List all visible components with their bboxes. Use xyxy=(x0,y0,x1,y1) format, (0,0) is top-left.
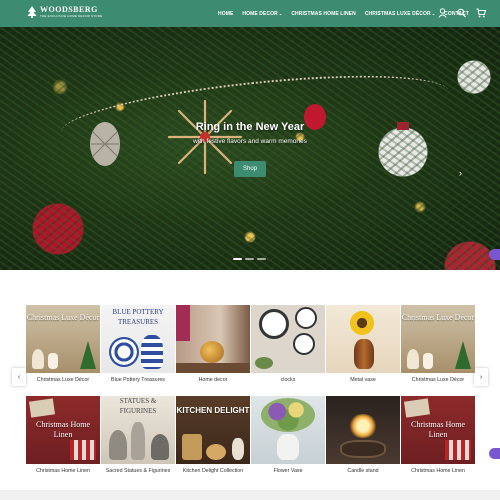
image-overlay-text: Christmas Luxe Décor xyxy=(26,313,100,322)
header-icons xyxy=(438,8,486,18)
category-card[interactable]: Christmas Luxe Décor Christmas Luxe Déco… xyxy=(26,305,100,383)
chat-widget-icon[interactable] xyxy=(489,448,500,459)
category-card[interactable]: clocks xyxy=(251,305,325,383)
category-card[interactable]: Home decor xyxy=(176,305,250,383)
site-header: WOODSBERG THE EXCLUSIVE HOME DECOR STORE… xyxy=(0,0,500,27)
category-label: Home decor xyxy=(198,377,228,383)
chevron-down-icon: ⌄ xyxy=(278,10,283,16)
image-overlay-text: Christmas Home Linen xyxy=(411,420,465,439)
user-icon[interactable] xyxy=(438,8,447,18)
slide-dot[interactable] xyxy=(245,258,254,260)
slide-dot[interactable] xyxy=(257,258,266,260)
image-overlay-text: BLUE POTTERY TREASURES xyxy=(112,308,164,326)
category-image: KITCHEN DELIGHT xyxy=(176,396,250,464)
category-label: Christmas Home Linen xyxy=(411,468,465,474)
image-overlay-text: Christmas Home Linen xyxy=(36,420,90,439)
category-label: Flower Vase xyxy=(273,468,303,474)
category-card[interactable]: Christmas Home Linen Christmas Home Line… xyxy=(26,396,100,474)
category-image: BLUE POTTERY TREASURES xyxy=(101,305,175,373)
nav-home-label: HOME xyxy=(218,10,234,17)
carousel-prev-arrow[interactable]: ‹ xyxy=(12,368,26,386)
image-overlay-text: Christmas Luxe Décor xyxy=(401,313,475,322)
category-card[interactable]: Christmas Luxe Décor Christmas Luxe Déco… xyxy=(401,305,475,383)
category-card[interactable]: KITCHEN DELIGHT Kitchen Delight Collecti… xyxy=(176,396,250,474)
carousel-next-arrow[interactable]: › xyxy=(474,368,488,386)
category-image: Christmas Luxe Décor xyxy=(26,305,100,373)
category-image: Christmas Luxe Décor xyxy=(401,305,475,373)
category-image: STATUES & FIGURINES xyxy=(101,396,175,464)
nav-home-decor-label: HOME DECOR xyxy=(242,10,278,17)
category-card[interactable]: Christmas Home Linen Christmas Home Line… xyxy=(401,396,475,474)
category-image xyxy=(251,396,325,464)
category-image: Christmas Home Linen xyxy=(401,396,475,464)
search-icon[interactable] xyxy=(457,8,466,18)
nav-christmas-luxe-decor-label: CHRISTMAS LUXE DÉCOR xyxy=(364,10,431,17)
category-image xyxy=(251,305,325,373)
cart-icon[interactable] xyxy=(476,8,486,18)
image-overlay-text: STATUES & FIGURINES xyxy=(119,397,157,415)
category-card[interactable]: Candle stand xyxy=(326,396,400,474)
image-overlay-text: KITCHEN DELIGHT xyxy=(176,406,250,415)
nav-christmas-luxe-decor[interactable]: CHRISTMAS LUXE DÉCOR⌄ xyxy=(365,11,435,17)
logo-name: WOODSBERG xyxy=(40,5,98,14)
category-card[interactable]: BLUE POTTERY TREASURES Blue Pottery Trea… xyxy=(101,305,175,383)
nav-christmas-home-linen-label: CHRISTMAS HOME LINEN xyxy=(291,10,356,17)
category-label: Christmas Luxe Décor xyxy=(36,377,90,383)
logo-tagline: THE EXCLUSIVE HOME DECOR STORE xyxy=(40,14,103,18)
straw-star-ornament xyxy=(167,99,243,175)
hero-background xyxy=(0,27,500,270)
category-label: clocks xyxy=(280,377,296,383)
chevron-down-icon: ⌄ xyxy=(431,10,436,16)
category-label: Kitchen Delight Collection xyxy=(182,468,244,474)
nav-home[interactable]: HOME xyxy=(218,11,233,17)
category-image xyxy=(326,305,400,373)
category-label: Candle stand xyxy=(347,468,379,474)
category-card[interactable]: STATUES & FIGURINES Sacred Statues & Fig… xyxy=(101,396,175,474)
nav-home-decor[interactable]: HOME DECOR⌄ xyxy=(242,11,282,17)
slide-dot[interactable] xyxy=(233,258,242,260)
category-card[interactable]: Metal vase xyxy=(326,305,400,383)
nav-christmas-home-linen[interactable]: CHRISTMAS HOME LINEN xyxy=(291,11,356,17)
category-image: Christmas Home Linen xyxy=(26,396,100,464)
hero-banner: Ring in the New Year with festive flavor… xyxy=(0,27,500,270)
category-card[interactable]: Flower Vase xyxy=(251,396,325,474)
tree-logo-icon xyxy=(27,6,37,18)
category-label: Metal vase xyxy=(350,377,376,383)
category-label: Sacred Statues & Figurines xyxy=(105,468,171,474)
hero-subtitle: with festive flavors and warm memories xyxy=(193,138,307,145)
hero-slide-dots xyxy=(233,258,266,260)
logo[interactable]: WOODSBERG THE EXCLUSIVE HOME DECOR STORE xyxy=(27,6,102,19)
chat-widget-icon[interactable] xyxy=(489,249,500,260)
category-image xyxy=(176,305,250,373)
category-label: Blue Pottery Treasures xyxy=(111,377,165,383)
hero-shop-button[interactable]: Shop xyxy=(234,161,266,177)
category-image xyxy=(326,396,400,464)
page-bottom-band xyxy=(0,490,500,500)
category-label: Christmas Luxe Décor xyxy=(411,377,465,383)
category-label: Christmas Home Linen xyxy=(36,468,90,474)
hero-next-arrow[interactable]: › xyxy=(459,168,462,178)
hero-title: Ring in the New Year xyxy=(195,121,305,133)
